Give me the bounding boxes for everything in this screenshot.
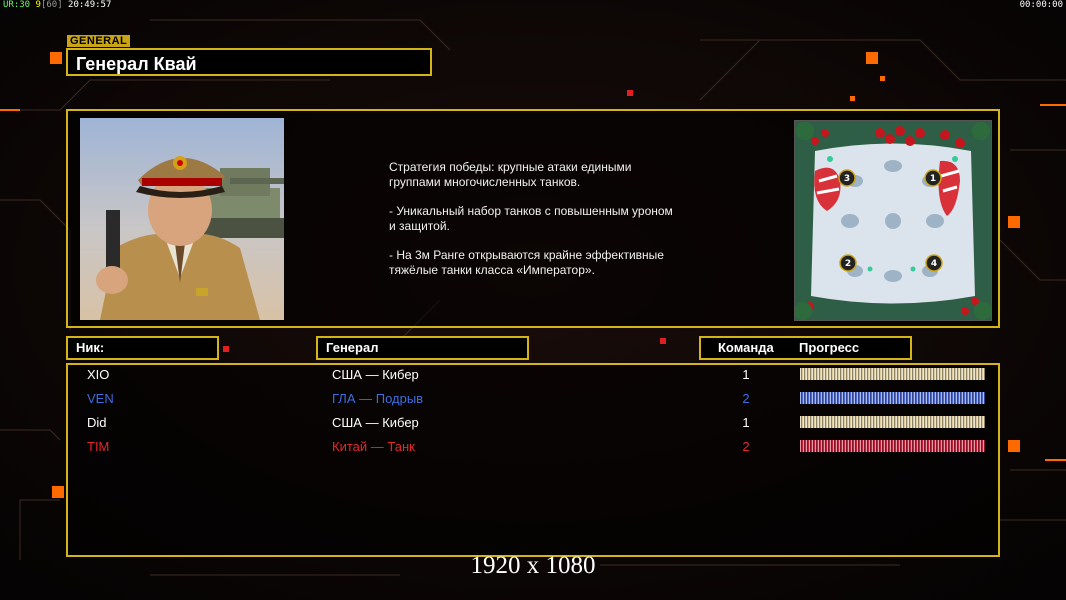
player-row: XIO США — Кибер 1 [0,364,1066,388]
column-header-team-progress: Команда Прогресс [699,336,912,360]
player-nick: TIM [87,439,110,454]
stats-time: 20:49:57 [68,0,112,10]
column-header-general: Генерал [316,336,529,360]
map-preview: 3 1 2 4 [794,120,992,321]
general-description: Стратегия победы: крупные атаки едиными … [389,160,749,292]
description-line-1: Стратегия победы: крупные атаки едиными … [389,160,632,189]
player-general: США — Кибер [332,415,419,430]
game-clock: 00:00:00 [1019,0,1063,10]
player-team: 1 [742,415,750,430]
player-nick: Did [87,415,107,430]
player-progress-bar [800,416,985,428]
player-team: 1 [742,367,750,382]
debug-stats: UR:30 9[60] 20:49:57 [3,0,111,10]
general-tag: GENERAL [67,35,131,47]
map-slot-4: 4 [931,259,937,269]
description-line-3: - На 3м Ранге открываются крайне эффекти… [389,248,664,277]
stats-prefix: UR:30 [3,0,31,10]
player-general: США — Кибер [332,367,419,382]
map-slot-2: 2 [845,259,851,269]
column-header-team: Команда [718,340,774,355]
general-portrait [80,118,284,320]
player-nick: VEN [87,391,114,406]
player-general: Китай — Танк [332,439,415,454]
player-row: TIM Китай — Танк 2 [0,436,1066,460]
player-row: Did США — Кибер 1 [0,412,1066,436]
player-progress-bar [800,368,985,380]
map-slot-1: 1 [930,174,936,184]
resolution-label: 1920 x 1080 [470,552,596,579]
map-slot-3: 3 [844,174,850,184]
player-nick: XIO [87,367,110,382]
player-general: ГЛА — Подрыв [332,391,424,406]
general-name: Генерал Квай [66,48,432,76]
column-header-nick: Ник: [66,336,219,360]
description-line-2: - Уникальный набор танков с повышенным у… [389,204,673,233]
column-header-progress: Прогресс [799,340,860,355]
player-progress-bar [800,392,985,404]
stats-fps: [60] [40,0,63,10]
player-progress-bar [800,440,985,452]
player-team: 2 [742,439,750,454]
player-team: 2 [742,391,750,406]
player-row: VEN ГЛА — Подрыв 2 [0,388,1066,412]
